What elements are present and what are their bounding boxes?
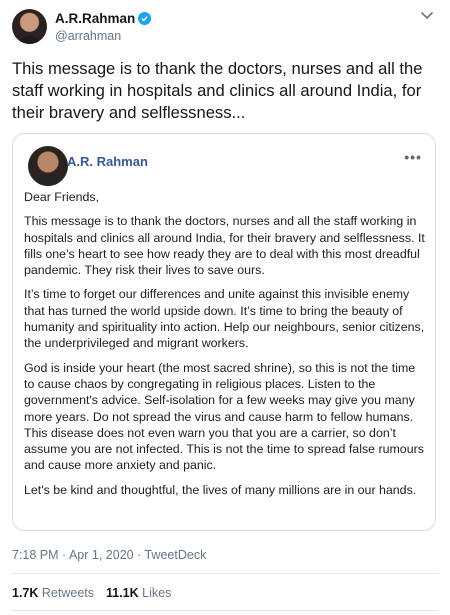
card-paragraph: It’s time to forget our differences and …: [24, 287, 425, 351]
tweet: A.R.Rahman @arrahman This message is to …: [0, 0, 450, 615]
retweets-label: Retweets: [41, 586, 94, 600]
tweet-time-date[interactable]: 7:18 PM · Apr 1, 2020 ·: [12, 548, 144, 562]
divider: [12, 610, 438, 611]
card-paragraph: Dear Friends,: [24, 190, 100, 204]
card-paragraph: God is inside your heart (the most sacre…: [24, 360, 424, 473]
chevron-down-icon[interactable]: [420, 10, 434, 20]
verified-badge-icon: [138, 12, 152, 25]
likes-stat[interactable]: 11.1K Likes: [106, 586, 171, 600]
card-paragraph: Let's be kind and thoughtful, the lives …: [24, 482, 417, 497]
likes-count: 11.1K: [106, 586, 139, 600]
tweet-source-link[interactable]: TweetDeck: [144, 548, 206, 562]
author-avatar[interactable]: [12, 9, 47, 44]
card-body: Dear Friends, This message is to thank t…: [24, 189, 426, 506]
author-name[interactable]: A.R.Rahman: [55, 11, 135, 26]
divider: [12, 573, 438, 574]
card-paragraph: This message is to thank the doctors, nu…: [24, 214, 425, 278]
tweet-text: This message is to thank the doctors, nu…: [12, 59, 423, 122]
retweets-stat[interactable]: 1.7K Retweets: [12, 586, 94, 600]
card-author-avatar[interactable]: [28, 146, 68, 186]
retweets-count: 1.7K: [12, 586, 39, 600]
author-name-row[interactable]: A.R.Rahman: [55, 11, 152, 26]
author-handle[interactable]: @arrahman: [55, 29, 121, 43]
more-horizontal-icon[interactable]: •••: [404, 149, 422, 165]
tweet-stats: 1.7K Retweets 11.1K Likes: [12, 586, 171, 600]
card-author-name[interactable]: A.R. Rahman: [67, 154, 148, 169]
likes-label: Likes: [142, 586, 172, 600]
tweet-timestamp: 7:18 PM · Apr 1, 2020 · TweetDeck: [12, 548, 206, 562]
embedded-post-card[interactable]: A.R. Rahman ••• Dear Friends, This messa…: [12, 133, 436, 531]
